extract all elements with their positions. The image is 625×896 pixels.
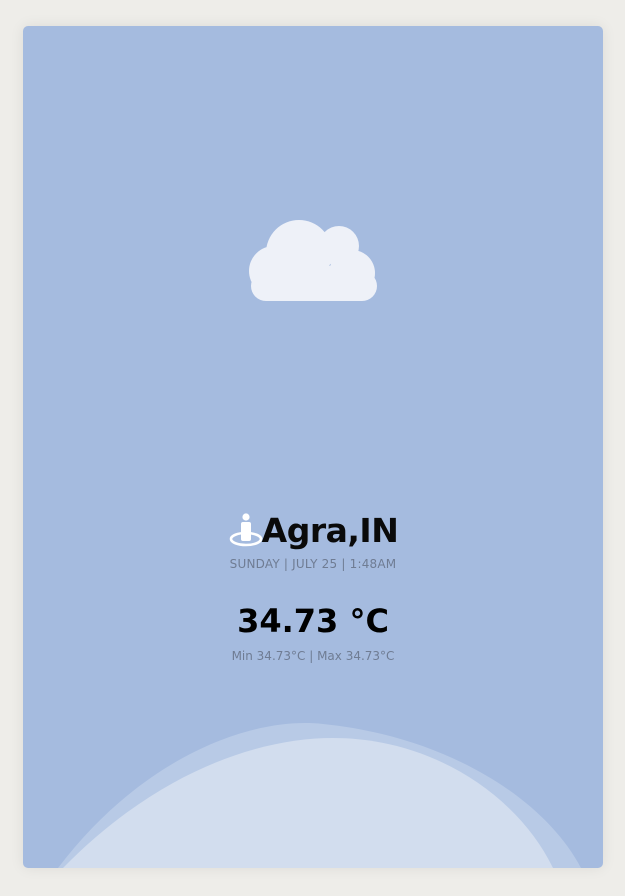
weather-card: Agra,IN SUNDAY | JULY 25 | 1:48AM 34.73 … [23,26,603,868]
decorative-waves [58,723,581,868]
city-name: Agra,IN [261,510,399,550]
min-max-temperature: Min 34.73°C | Max 34.73°C [231,649,395,663]
date-time: SUNDAY | JULY 25 | 1:48AM [229,557,397,571]
location-pin-icon [229,513,262,547]
temperature: 34.73 °C [237,602,389,640]
location-row: Agra,IN [23,508,603,552]
cloud-icon [249,220,377,301]
